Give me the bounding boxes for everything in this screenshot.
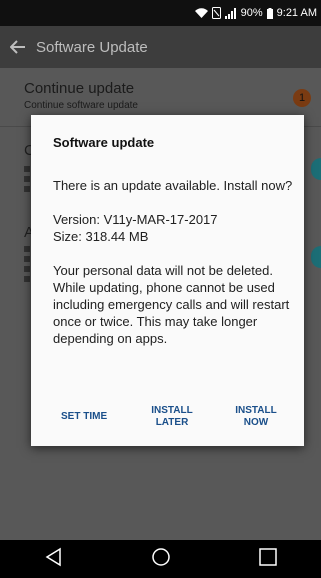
nfc-icon	[211, 7, 221, 19]
toggle-switch[interactable]	[311, 246, 321, 268]
square-recents-icon	[258, 547, 277, 566]
navigation-bar	[0, 540, 321, 578]
partial-item-text	[24, 176, 30, 182]
partial-item-text	[24, 276, 30, 282]
circle-home-icon	[151, 547, 170, 566]
wifi-icon	[194, 7, 208, 19]
dialog-title: Software update	[53, 135, 155, 150]
install-now-label-line2: NOW	[243, 417, 269, 428]
app-bar: Software Update	[0, 26, 321, 68]
home-nav-button[interactable]	[151, 547, 171, 572]
back-nav-button[interactable]	[44, 547, 64, 572]
page-title: Software Update	[36, 38, 148, 56]
battery-icon	[266, 7, 273, 19]
size-text: Size: 318.44 MB	[53, 229, 149, 244]
partial-item-text	[24, 256, 30, 262]
dialog-body: There is an update available. Install no…	[53, 177, 293, 364]
back-arrow-icon	[10, 40, 25, 54]
signal-icon	[224, 7, 237, 19]
partial-item-text	[24, 166, 30, 172]
battery-percent: 90%	[240, 7, 263, 19]
status-bar: 90% 9:21 AM	[0, 0, 321, 26]
partial-item-text	[24, 246, 30, 252]
continue-update-title: Continue update	[24, 80, 135, 97]
recents-nav-button[interactable]	[258, 547, 278, 572]
install-later-label-line2: LATER	[155, 417, 189, 428]
clock: 9:21 AM	[276, 7, 317, 19]
triangle-back-icon	[45, 547, 61, 566]
install-later-label-line1: INSTALL	[151, 405, 193, 416]
update-count-badge: 1	[293, 89, 311, 107]
partial-item-text	[24, 266, 30, 272]
set-time-button[interactable]: SET TIME	[61, 411, 107, 423]
toggle-switch[interactable]	[311, 158, 321, 180]
notice-text: Your personal data will not be deleted. …	[53, 263, 290, 346]
install-now-button[interactable]: INSTALL NOW	[231, 405, 281, 429]
partial-item-text	[24, 186, 30, 192]
back-button[interactable]	[0, 40, 36, 54]
version-text: Version: V11y-MAR-17-2017	[53, 212, 218, 227]
install-later-button[interactable]: INSTALL LATER	[147, 405, 197, 429]
software-update-dialog: Software update There is an update avail…	[31, 115, 304, 446]
install-now-label-line1: INSTALL	[235, 405, 277, 416]
dialog-message: There is an update available. Install no…	[53, 178, 293, 193]
continue-update-subtitle: Continue software update	[24, 100, 138, 111]
